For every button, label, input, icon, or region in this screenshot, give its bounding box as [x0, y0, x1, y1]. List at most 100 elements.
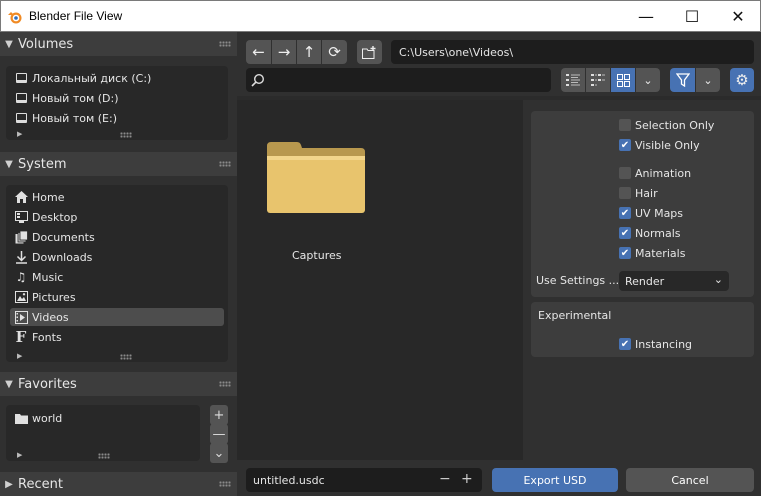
blender-logo-icon [8, 12, 22, 24]
horizontal-list-view-button[interactable] [586, 68, 610, 92]
minimize-button[interactable]: — [623, 1, 669, 32]
selection-only-checkbox[interactable]: Selection Only [619, 117, 714, 133]
parent-directory-button[interactable]: ↑ [297, 40, 321, 64]
sidebar-item-desktop[interactable]: Desktop [10, 208, 224, 226]
checkbox-box [619, 167, 631, 179]
decrement-icon[interactable]: − [439, 471, 451, 487]
list-view-icon [566, 74, 580, 86]
use-settings-dropdown[interactable]: Render ⌄ [619, 271, 729, 291]
export-usd-button[interactable]: Export USD [492, 468, 618, 492]
refresh-button[interactable]: ⟳ [322, 40, 347, 64]
sidebar-item-label: Fonts [32, 330, 62, 344]
download-arrow-icon [10, 248, 32, 266]
resize-handle-icon[interactable] [120, 132, 132, 138]
drag-handle-icon[interactable] [219, 481, 231, 487]
disk-icon [10, 109, 32, 127]
sidebar-item-music[interactable]: ♫ Music [10, 268, 224, 286]
sidebar-item-fonts[interactable]: F Fonts [10, 328, 224, 346]
arrow-up-icon: ↑ [302, 43, 316, 61]
materials-checkbox[interactable]: ✔ Materials [619, 245, 685, 261]
search-icon [251, 73, 265, 87]
checkbox-box [619, 187, 631, 199]
volume-item-c[interactable]: Локальный диск (C:) [10, 69, 224, 87]
columns-view-icon [591, 74, 605, 86]
directory-path-input[interactable]: C:\Users\one\Videos\ [391, 40, 754, 64]
drag-handle-icon[interactable] [219, 161, 231, 167]
forward-button[interactable]: → [272, 40, 296, 64]
arrow-right-icon: → [277, 43, 291, 61]
drag-handle-icon[interactable] [219, 41, 231, 47]
system-header[interactable]: ▼ System [0, 152, 237, 176]
sidebar-item-videos[interactable]: Videos [10, 308, 224, 326]
increment-icon[interactable]: + [461, 471, 473, 487]
desktop-icon [10, 208, 32, 226]
uv-maps-checkbox[interactable]: ✔ UV Maps [619, 205, 683, 221]
checkmark-icon: ✔ [619, 207, 631, 219]
display-size-dropdown[interactable]: ⌄ [636, 68, 660, 92]
sidebar-item-home[interactable]: Home [10, 188, 224, 206]
refresh-icon: ⟳ [328, 43, 341, 61]
filter-toggle-button[interactable] [670, 68, 695, 92]
checkbox-label: Instancing [635, 337, 693, 351]
back-button[interactable]: ← [246, 40, 271, 64]
favorite-item-world[interactable]: world [10, 409, 196, 427]
volume-label: Новый том (E:) [32, 111, 117, 125]
sidebar-item-documents[interactable]: Documents [10, 228, 224, 246]
collapse-triangle-icon: ▶ [5, 478, 13, 490]
instancing-checkbox[interactable]: ✔ Instancing [619, 336, 692, 352]
filename-value: untitled.usdc [253, 473, 325, 487]
expand-triangle-icon[interactable]: ▶ [17, 130, 22, 138]
folder-item-captures[interactable]: Captures [262, 134, 370, 270]
normals-checkbox[interactable]: ✔ Normals [619, 225, 681, 241]
checkmark-icon: ✔ [619, 139, 631, 151]
checkbox-box [619, 119, 631, 131]
disk-icon [10, 89, 32, 107]
sidebar-item-label: Music [32, 270, 64, 284]
close-button[interactable]: ✕ [715, 1, 761, 32]
resize-handle-icon[interactable] [98, 453, 110, 459]
window-title: Blender File View [29, 9, 123, 23]
collapse-triangle-icon: ▼ [5, 38, 13, 50]
maximize-button[interactable]: ☐ [669, 1, 715, 32]
sidebar-item-pictures[interactable]: Pictures [10, 288, 224, 306]
window-titlebar: Blender File View — ☐ ✕ [0, 0, 761, 32]
volumes-header[interactable]: ▼ Volumes [0, 32, 237, 56]
gear-icon: ⚙ [735, 71, 749, 89]
film-icon [10, 308, 32, 326]
recent-header[interactable]: ▶ Recent [0, 472, 237, 496]
sidebar-item-label: Home [32, 190, 65, 204]
thumbnail-view-button[interactable] [611, 68, 635, 92]
favorites-menu-button[interactable]: ⌄ [210, 443, 228, 463]
grid-view-icon [616, 73, 630, 87]
chevron-down-icon: ⌄ [713, 273, 723, 286]
visible-only-checkbox[interactable]: ✔ Visible Only [619, 137, 700, 153]
remove-favorite-button[interactable]: — [210, 424, 228, 444]
add-favorite-button[interactable]: + [210, 405, 228, 425]
system-title: System [18, 156, 67, 172]
sidebar-item-downloads[interactable]: Downloads [10, 248, 224, 266]
checkbox-label: Normals [635, 226, 681, 240]
favorites-list: world ▶ [6, 405, 200, 461]
expand-triangle-icon[interactable]: ▶ [17, 451, 22, 459]
folder-label: Captures [292, 249, 342, 262]
hair-checkbox[interactable]: Hair [619, 185, 658, 201]
favorites-header[interactable]: ▼ Favorites [0, 372, 237, 396]
volume-item-d[interactable]: Новый том (D:) [10, 89, 224, 107]
drag-handle-icon[interactable] [219, 381, 231, 387]
documents-icon [10, 228, 32, 246]
animation-checkbox[interactable]: Animation [619, 165, 691, 181]
chevron-down-icon: ⌄ [703, 73, 713, 87]
new-folder-button[interactable] [357, 40, 382, 64]
filter-dropdown[interactable]: ⌄ [696, 68, 720, 92]
volume-item-e[interactable]: Новый том (E:) [10, 109, 224, 127]
recent-title: Recent [18, 476, 63, 492]
settings-toggle-button[interactable]: ⚙ [730, 68, 754, 92]
new-folder-icon [362, 45, 376, 59]
vertical-list-view-button[interactable] [561, 68, 585, 92]
search-input[interactable] [246, 68, 551, 92]
cancel-button[interactable]: Cancel [626, 468, 754, 492]
filename-input[interactable]: untitled.usdc − + [246, 468, 482, 492]
resize-handle-icon[interactable] [120, 354, 132, 360]
expand-triangle-icon[interactable]: ▶ [17, 352, 22, 360]
font-icon: F [15, 328, 27, 346]
